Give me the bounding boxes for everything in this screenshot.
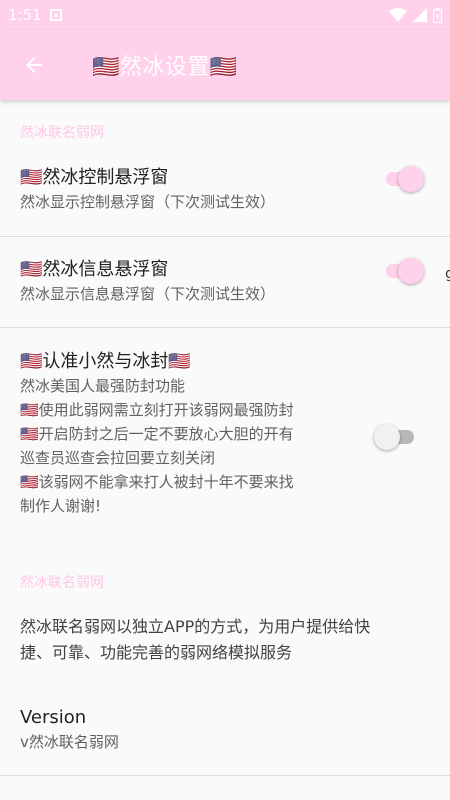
divider — [0, 775, 450, 776]
pref-title: 🇺🇸认准小然与冰封🇺🇸 — [20, 351, 191, 372]
category-header: 然冰联名弱网 — [20, 575, 104, 591]
status-time: 1:51 — [8, 6, 42, 24]
settings-list: 然冰联名弱网 🇺🇸然冰控制悬浮窗 然冰显示控制悬浮窗（下次测试生效） 🇺🇸然冰信… — [0, 100, 450, 800]
pref-control-floating-window[interactable]: 🇺🇸然冰控制悬浮窗 然冰显示控制悬浮窗（下次测试生效） — [0, 166, 450, 236]
back-button[interactable] — [4, 30, 64, 100]
about-line: 然冰联名弱网以独立APP的方式，为用户提供给快 — [20, 617, 371, 636]
version-title: Version — [20, 707, 87, 728]
switch-thumb — [398, 258, 424, 284]
version-value: v然冰联名弱网 — [20, 733, 119, 751]
switch-thumb — [398, 166, 424, 192]
pref-info-floating-window[interactable]: 🇺🇸然冰信息悬浮窗 然冰显示信息悬浮窗（下次测试生效） — [0, 258, 450, 328]
pref-summary-line: 🇺🇸使用此弱网需立刻打开该弱网最强防封 — [20, 401, 294, 419]
divider — [0, 236, 450, 237]
divider — [0, 327, 450, 328]
info-window-switch[interactable] — [382, 256, 424, 286]
arrow-left-icon — [26, 57, 42, 73]
status-bar: 1:51 — [0, 0, 450, 30]
app-notification-icon — [49, 9, 62, 21]
anti-ban-switch[interactable] — [374, 422, 416, 452]
battery-icon — [433, 7, 442, 23]
clipped-edge-text: g — [445, 266, 450, 282]
signal-icon — [413, 8, 427, 22]
pref-summary-line: 🇺🇸该弱网不能拿来打人被封十年不要来找 — [20, 473, 294, 491]
pref-summary-line: 然冰美国人最强防封功能 — [20, 377, 186, 395]
pref-anti-ban[interactable]: 🇺🇸认准小然与冰封🇺🇸 然冰美国人最强防封功能 🇺🇸使用此弱网需立刻打开该弱网最… — [0, 350, 450, 530]
pref-version[interactable]: Version v然冰联名弱网 — [0, 706, 450, 762]
category-header: 然冰联名弱网 — [20, 125, 104, 141]
page-title: 🇺🇸然冰设置🇺🇸 — [92, 55, 238, 80]
status-icons — [389, 7, 442, 23]
pref-about-description[interactable]: 然冰联名弱网以独立APP的方式，为用户提供给快 捷、可靠、功能完善的弱网络模拟服… — [0, 614, 450, 674]
wifi-icon — [389, 8, 407, 22]
pref-summary-line: 制作人谢谢! — [20, 497, 102, 515]
app-bar: 🇺🇸然冰设置🇺🇸 — [0, 30, 450, 100]
control-window-switch[interactable] — [382, 164, 424, 194]
about-line: 捷、可靠、功能完善的弱网络模拟服务 — [20, 643, 293, 662]
switch-thumb — [374, 424, 400, 450]
